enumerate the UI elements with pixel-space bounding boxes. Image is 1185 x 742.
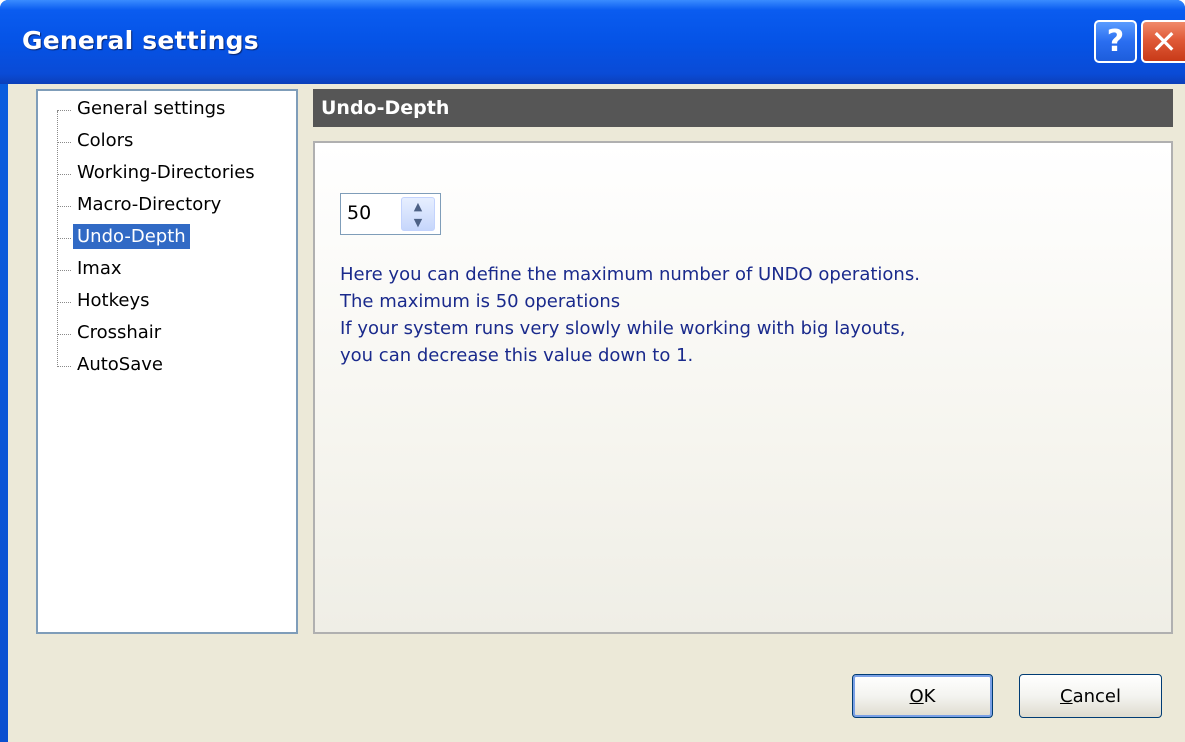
help-button[interactable]: ? bbox=[1094, 20, 1137, 63]
close-icon: ✕ bbox=[1150, 22, 1178, 61]
window-title: General settings bbox=[22, 26, 259, 55]
panel-body: 50 ▲ ▼ Here you can define the maximum n… bbox=[313, 141, 1173, 634]
tree-item-label: Colors bbox=[77, 130, 134, 151]
description-line: Here you can define the maximum number o… bbox=[340, 264, 920, 285]
tree-branch-line bbox=[57, 206, 71, 207]
chevron-up-icon: ▲ bbox=[413, 199, 423, 213]
undo-depth-description: Here you can define the maximum number o… bbox=[340, 261, 920, 369]
tree-branch-line bbox=[57, 302, 71, 303]
tree-item-label: General settings bbox=[77, 98, 226, 119]
tree-branch-line bbox=[57, 110, 71, 111]
tree-item-label-selected: Undo-Depth bbox=[73, 224, 190, 249]
tree-branch-line bbox=[57, 238, 71, 239]
settings-tree: General settings Colors Working-Director… bbox=[36, 89, 298, 634]
tree-item-label: Crosshair bbox=[77, 322, 162, 343]
tree-item-label: Working-Directories bbox=[77, 162, 255, 183]
undo-depth-value[interactable]: 50 bbox=[347, 202, 371, 224]
description-line: you can decrease this value down to 1. bbox=[340, 345, 694, 366]
tree-branch-line bbox=[57, 142, 71, 143]
tree-branch-line bbox=[57, 174, 71, 175]
spin-up-button[interactable]: ▲ bbox=[402, 198, 434, 214]
description-line: The maximum is 50 operations bbox=[340, 291, 621, 312]
dialog-window: General settings ? ✕ General settings Co… bbox=[0, 0, 1185, 742]
panel-header: Undo-Depth bbox=[313, 89, 1173, 127]
chevron-down-icon: ▼ bbox=[413, 215, 423, 229]
close-button[interactable]: ✕ bbox=[1141, 20, 1185, 63]
ok-button-mnemonic: O bbox=[909, 685, 924, 707]
ok-button-label: K bbox=[923, 685, 936, 707]
cancel-button-label: ancel bbox=[1072, 685, 1121, 707]
title-bar[interactable]: General settings ? ✕ bbox=[0, 0, 1185, 84]
ok-button[interactable]: OK bbox=[852, 674, 993, 718]
undo-depth-spinner[interactable]: 50 ▲ ▼ bbox=[340, 193, 441, 235]
tree-branch-line bbox=[57, 334, 71, 335]
help-icon: ? bbox=[1106, 24, 1125, 59]
tree-connector-line bbox=[57, 111, 58, 367]
tree-branch-line bbox=[57, 366, 71, 367]
tree-item-label: Macro-Directory bbox=[77, 194, 222, 215]
tree-item-label: Hotkeys bbox=[77, 290, 150, 311]
spin-down-button[interactable]: ▼ bbox=[402, 214, 434, 230]
cancel-button-mnemonic: C bbox=[1060, 685, 1073, 707]
dialog-client-area: General settings Colors Working-Director… bbox=[8, 84, 1185, 742]
tree-branch-line bbox=[57, 270, 71, 271]
tree-item-label: Imax bbox=[77, 258, 122, 279]
tree-item-label: AutoSave bbox=[77, 354, 163, 375]
spin-buttons: ▲ ▼ bbox=[401, 197, 435, 231]
cancel-button[interactable]: Cancel bbox=[1019, 674, 1162, 718]
description-line: If your system runs very slowly while wo… bbox=[340, 318, 906, 339]
